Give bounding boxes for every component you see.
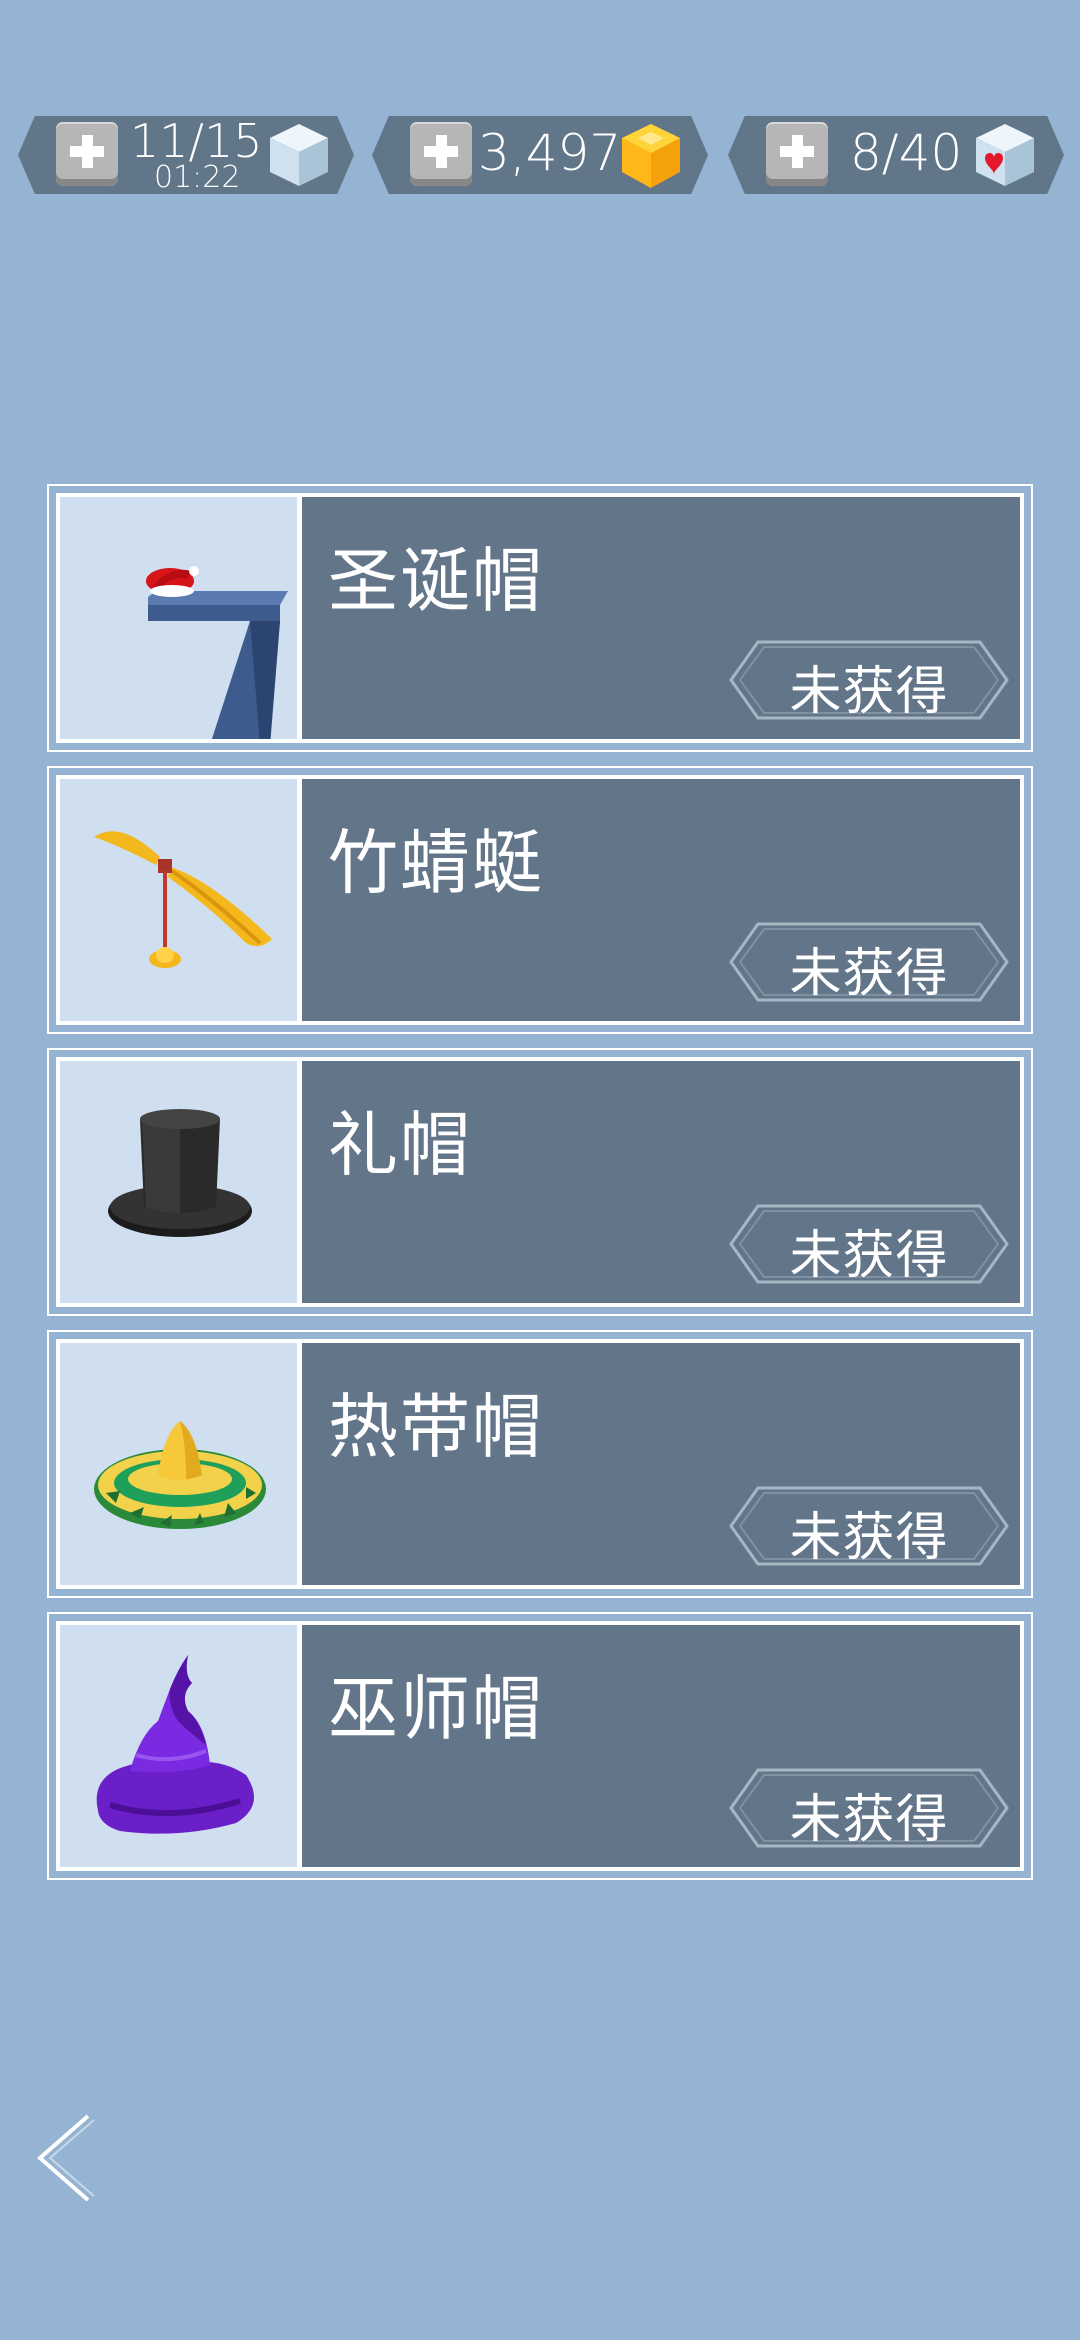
heart-cube-icon — [976, 124, 1034, 186]
hat-thumbnail — [60, 1625, 302, 1867]
hat-name: 巫师帽 — [328, 1668, 544, 1750]
gold-value: 3,497 — [478, 124, 622, 182]
status-label: 未获得 — [789, 944, 949, 1004]
sombrero-icon — [94, 1421, 266, 1529]
hat-name: 圣诞帽 — [328, 540, 544, 622]
status-label: 未获得 — [789, 1790, 949, 1850]
back-chevron-icon — [36, 2114, 95, 2202]
status-label: 未获得 — [789, 1508, 949, 1568]
add-hearts-button[interactable] — [766, 122, 828, 186]
add-gold-button[interactable] — [410, 122, 472, 186]
hearts-counter: 8/40 — [728, 116, 1064, 194]
energy-timer: 01:22 — [154, 160, 241, 195]
back-button[interactable] — [30, 2108, 110, 2208]
gold-cube-icon — [622, 124, 680, 188]
hat-thumbnail — [60, 1061, 302, 1303]
hat-name: 竹蜻蜓 — [328, 822, 544, 904]
hat-card-bamboo-copter[interactable]: 竹蜻蜓 未获得 — [47, 766, 1033, 1034]
add-energy-button[interactable] — [56, 122, 118, 186]
hat-shop-screen: 11/15 01:22 3,497 8/40 圣诞帽 未获得 竹蜻蜓 未获得 礼… — [0, 0, 1080, 2340]
wizard-hat-icon — [96, 1655, 254, 1834]
hat-card-top-hat[interactable]: 礼帽 未获得 — [47, 1048, 1033, 1316]
hat-thumbnail — [60, 497, 302, 739]
hat-card-wizard[interactable]: 巫师帽 未获得 — [47, 1612, 1033, 1880]
blue-cube-icon — [270, 124, 328, 186]
hat-thumbnail — [60, 779, 302, 1021]
top-hat-icon — [108, 1109, 252, 1237]
hat-thumbnail — [60, 1343, 302, 1585]
status-badge: 未获得 — [728, 1203, 1010, 1286]
gold-counter: 3,497 — [372, 116, 708, 194]
hat-card-sombrero[interactable]: 热带帽 未获得 — [47, 1330, 1033, 1598]
status-badge: 未获得 — [728, 1485, 1010, 1568]
energy-counter: 11/15 01:22 — [18, 114, 354, 195]
status-badge: 未获得 — [728, 639, 1010, 722]
hearts-value: 8/40 — [850, 124, 963, 182]
status-label: 未获得 — [789, 1226, 949, 1286]
hat-name: 礼帽 — [328, 1104, 472, 1186]
bamboo-copter-icon — [94, 831, 272, 968]
santa-hat-icon — [146, 566, 288, 739]
hat-card-santa[interactable]: 圣诞帽 未获得 — [47, 484, 1033, 752]
status-badge: 未获得 — [728, 921, 1010, 1004]
hat-name: 热带帽 — [328, 1386, 544, 1468]
status-label: 未获得 — [789, 662, 949, 722]
status-badge: 未获得 — [728, 1767, 1010, 1850]
